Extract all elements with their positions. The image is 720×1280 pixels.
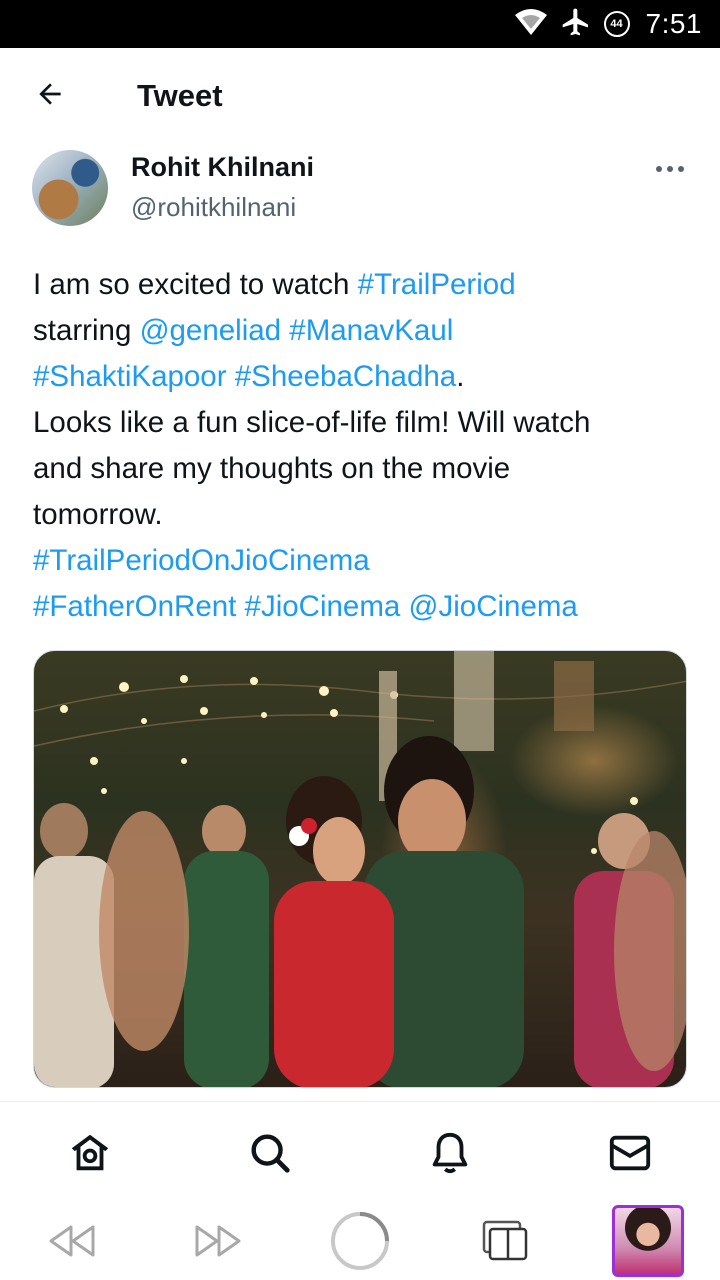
tweet-text-line: tomorrow. [33, 492, 693, 538]
hashtag-link[interactable]: #ShaktiKapoor [33, 360, 227, 393]
back-icon[interactable] [42, 1207, 102, 1275]
tweet-text-line: Looks like a fun slice-of-life film! Wil… [33, 400, 693, 446]
author-name[interactable]: Rohit Khilnani [131, 152, 314, 183]
tweet-text-segment: starring [33, 314, 140, 347]
hashtag-link[interactable]: #ManavKaul [289, 314, 453, 347]
hashtag-link[interactable]: #TrailPeriodOnJioCinema [33, 544, 370, 577]
tweet-text-segment: Looks like a fun slice-of-life film! Wil… [33, 406, 591, 439]
status-bar: 44 7:51 [0, 0, 720, 48]
tweet-text-line: #TrailPeriodOnJioCinema [33, 538, 693, 584]
more-options-icon[interactable] [648, 154, 692, 184]
hashtag-link[interactable]: #TrailPeriod [358, 268, 516, 301]
search-icon[interactable] [245, 1128, 295, 1178]
messages-icon[interactable] [605, 1128, 655, 1178]
tweet-text-segment: . [456, 360, 465, 393]
tweet-text-segment [236, 590, 244, 623]
tweet-header: Tweet [0, 48, 720, 144]
tweet-text-line: #ShaktiKapoor #SheebaChadha. [33, 354, 693, 400]
profile-image [612, 1205, 684, 1277]
hashtag-link[interactable]: #SheebaChadha [235, 360, 456, 393]
author-avatar[interactable] [32, 150, 108, 226]
tweet-text-segment: I am so excited to watch [33, 268, 358, 301]
reload-icon[interactable] [328, 1207, 392, 1275]
status-icons: 44 7:51 [514, 0, 703, 48]
tweet-media-image[interactable] [33, 650, 687, 1088]
profile-thumbnail[interactable] [612, 1205, 684, 1277]
tweet-text-segment [227, 360, 235, 393]
hashtag-link[interactable]: #JioCinema [245, 590, 401, 623]
battery-saver-icon: 44 [603, 11, 630, 37]
browser-toolbar [0, 1201, 720, 1280]
tweet-text-line: #FatherOnRent #JioCinema @JioCinema [33, 584, 693, 630]
tweet-text-segment: tomorrow. [33, 498, 163, 531]
forward-icon[interactable] [188, 1207, 248, 1275]
tweet-text-line: I am so excited to watch #TrailPeriod [33, 262, 693, 308]
bottom-navigation [0, 1101, 720, 1201]
airplane-mode-icon [560, 6, 592, 43]
tweet-text-segment [400, 590, 408, 623]
tweet-text: I am so excited to watch #TrailPeriod sta… [33, 262, 693, 630]
tweet-text-line: starring @geneliad #ManavKaul [33, 308, 693, 354]
wifi-icon [514, 7, 548, 42]
arrow-left-icon [34, 78, 66, 115]
tweet-text-segment: and share my thoughts on the movie [33, 452, 511, 485]
home-icon[interactable] [65, 1128, 115, 1178]
clock: 7:51 [645, 8, 702, 39]
back-button[interactable] [22, 72, 78, 120]
mention-link[interactable]: @JioCinema [409, 590, 578, 623]
tweet-text-line: and share my thoughts on the movie [33, 446, 693, 492]
notifications-icon[interactable] [425, 1128, 475, 1178]
tabs-icon[interactable] [476, 1207, 532, 1275]
author-handle[interactable]: @rohitkhilnani [131, 192, 296, 223]
mention-link[interactable]: @geneliad [140, 314, 282, 347]
hashtag-link[interactable]: #FatherOnRent [33, 590, 236, 623]
page-title: Tweet [137, 78, 223, 113]
